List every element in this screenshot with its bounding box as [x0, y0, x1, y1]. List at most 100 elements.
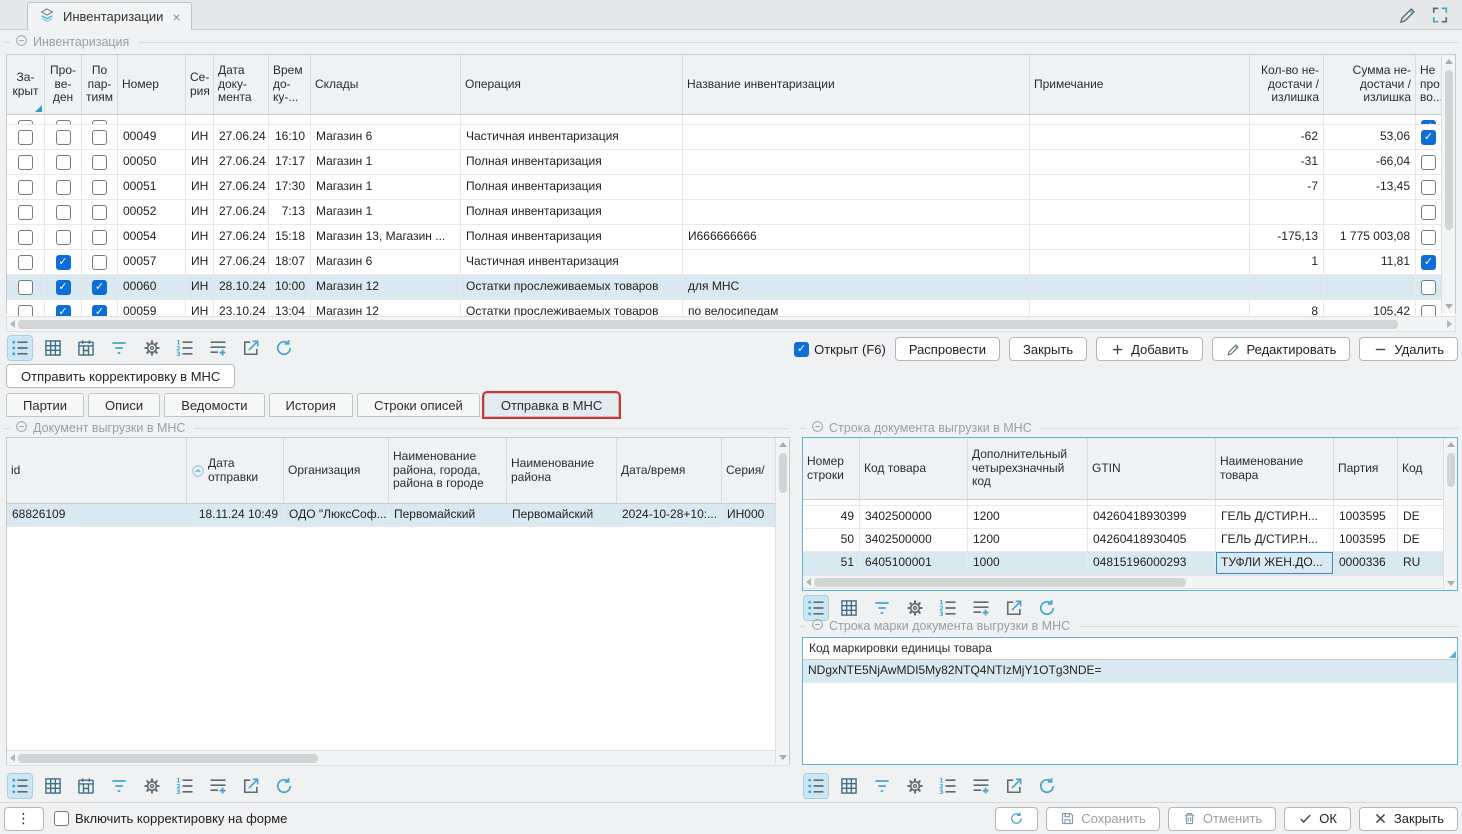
- calendar-icon[interactable]: [74, 774, 98, 798]
- checkbox[interactable]: ✓: [1421, 130, 1436, 145]
- add-row-icon[interactable]: [969, 774, 993, 798]
- checkbox[interactable]: [92, 205, 107, 220]
- refresh-button[interactable]: [995, 807, 1038, 831]
- column-header-operation[interactable]: Операция: [461, 55, 683, 114]
- checkbox[interactable]: ✓: [56, 255, 71, 270]
- checkbox[interactable]: [18, 155, 33, 170]
- table-row[interactable]: 6882610918.11.24 10:49ОДО "ЛюксСоф...Пер…: [7, 504, 789, 527]
- tab-история[interactable]: История: [269, 393, 353, 417]
- settings-gear-icon[interactable]: [903, 596, 927, 620]
- save-button[interactable]: Сохранить: [1046, 807, 1160, 831]
- checkbox[interactable]: [1421, 205, 1436, 220]
- tab-close-icon[interactable]: ×: [172, 9, 180, 25]
- refresh-icon[interactable]: [272, 336, 296, 360]
- column-header-shortage-qty[interactable]: Кол-во не-достачи / излишка: [1250, 55, 1324, 114]
- column-header-product-name[interactable]: Наименование товара: [1216, 438, 1334, 499]
- column-header-district[interactable]: Наименование района: [507, 438, 617, 503]
- list-view-icon[interactable]: [804, 596, 828, 620]
- edit-button[interactable]: Редактировать: [1212, 337, 1351, 361]
- column-header-extra-code[interactable]: Дополнительный четырехзначный код: [968, 438, 1088, 499]
- column-header-not-posted[interactable]: Не про во...: [1416, 55, 1442, 114]
- add-button[interactable]: Добавить: [1096, 337, 1202, 361]
- tab-строки-описей[interactable]: Строки описей: [357, 393, 480, 417]
- column-header-marking-code[interactable]: Код маркировки единицы товара: [803, 638, 1457, 660]
- checkbox[interactable]: [1421, 280, 1436, 295]
- table-row[interactable]: 493402500000120004260418930399ГЕЛЬ Д/СТИ…: [803, 506, 1457, 529]
- table-row[interactable]: 00052ИН27.06.247:13Магазин 1Полная инвен…: [7, 200, 1455, 225]
- checkbox[interactable]: [56, 230, 71, 245]
- column-header-posted[interactable]: Про-ве-ден: [45, 55, 82, 114]
- open-external-icon[interactable]: [1002, 774, 1026, 798]
- checkbox[interactable]: [18, 205, 33, 220]
- column-header-datetime[interactable]: Дата/время: [617, 438, 722, 503]
- grid-view-icon[interactable]: [41, 774, 65, 798]
- cancel-button[interactable]: Отменить: [1168, 807, 1276, 831]
- checkbox[interactable]: [92, 230, 107, 245]
- column-header-series[interactable]: Се-рия: [186, 55, 214, 114]
- checkbox[interactable]: [18, 255, 33, 270]
- column-header-line-number[interactable]: Номер строки: [803, 438, 860, 499]
- column-header-name[interactable]: Название инвентаризации: [683, 55, 1030, 114]
- column-header-shortage-sum[interactable]: Сумма не-достачи / излишка: [1324, 55, 1416, 114]
- checkbox[interactable]: [18, 130, 33, 145]
- collapse-icon[interactable]: [15, 420, 28, 436]
- checkbox[interactable]: [56, 180, 71, 195]
- refresh-icon[interactable]: [1035, 596, 1059, 620]
- column-header-series[interactable]: Серия/: [722, 438, 776, 503]
- open-external-icon[interactable]: [239, 336, 263, 360]
- export-doc-vertical-scrollbar[interactable]: [775, 438, 789, 764]
- column-header-warehouses[interactable]: Склады: [311, 55, 461, 114]
- grid-view-icon[interactable]: [837, 596, 861, 620]
- checkbox[interactable]: ✓: [56, 280, 71, 295]
- table-row[interactable]: 00051ИН27.06.2417:30Магазин 1Полная инве…: [7, 175, 1455, 200]
- tab-партии[interactable]: Партии: [6, 393, 84, 417]
- collapse-icon[interactable]: [811, 420, 824, 436]
- column-header-product-code[interactable]: Код товара: [860, 438, 968, 499]
- table-row[interactable]: 503402500000120004260418930405ГЕЛЬ Д/СТИ…: [803, 529, 1457, 552]
- checkbox[interactable]: [18, 280, 33, 295]
- checkbox[interactable]: [92, 130, 107, 145]
- checkbox[interactable]: ✓: [92, 280, 107, 295]
- checkbox[interactable]: [1421, 230, 1436, 245]
- collapse-icon[interactable]: [15, 34, 28, 50]
- filter-icon[interactable]: [107, 336, 131, 360]
- column-header-number[interactable]: Номер: [118, 55, 186, 114]
- tab-отправка-в-мнс[interactable]: Отправка в МНС: [484, 393, 619, 417]
- edit-pencil-icon[interactable]: [1396, 3, 1420, 27]
- grid-view-icon[interactable]: [41, 336, 65, 360]
- column-header-district-city[interactable]: Наименование района, города, района в го…: [389, 438, 507, 503]
- send-correction-button[interactable]: Отправить корректировку в МНС: [6, 364, 235, 388]
- table-row[interactable]: 00050ИН27.06.2417:17Магазин 1Полная инве…: [7, 150, 1455, 175]
- checkbox[interactable]: [54, 811, 69, 826]
- checkbox[interactable]: [92, 180, 107, 195]
- column-header-by-batches[interactable]: По пар-тиям: [82, 55, 118, 114]
- export-lines-vertical-scrollbar[interactable]: [1443, 438, 1457, 590]
- tab-ведомости[interactable]: Ведомости: [164, 393, 264, 417]
- filter-icon[interactable]: [870, 596, 894, 620]
- tab-описи[interactable]: Описи: [88, 393, 160, 417]
- numbered-list-icon[interactable]: 123: [936, 774, 960, 798]
- column-header-note[interactable]: Примечание: [1030, 55, 1250, 114]
- open-external-icon[interactable]: [239, 774, 263, 798]
- delete-button[interactable]: Удалить: [1359, 337, 1458, 361]
- settings-gear-icon[interactable]: [140, 336, 164, 360]
- menu-button[interactable]: ⋮: [4, 807, 44, 831]
- column-header-country-code[interactable]: Код: [1398, 438, 1444, 499]
- filter-icon[interactable]: [870, 774, 894, 798]
- close-document-button[interactable]: Закрыть: [1009, 337, 1087, 361]
- unpost-button[interactable]: Распровести: [895, 337, 1000, 361]
- add-row-icon[interactable]: [969, 596, 993, 620]
- table-row[interactable]: ✓00057ИН27.06.2418:07Магазин 6Частичная …: [7, 250, 1455, 275]
- column-header-doc-time[interactable]: Врем до-ку-...: [269, 55, 311, 114]
- list-view-icon[interactable]: [8, 336, 32, 360]
- column-header-closed[interactable]: За-крыт: [7, 55, 45, 114]
- checkbox[interactable]: [56, 130, 71, 145]
- numbered-list-icon[interactable]: 123: [173, 336, 197, 360]
- checkbox[interactable]: [56, 155, 71, 170]
- restore-window-icon[interactable]: [1428, 3, 1452, 27]
- table-row[interactable]: ✓: [7, 115, 1455, 125]
- close-button[interactable]: Закрыть: [1359, 807, 1458, 831]
- column-header-doc-date[interactable]: Дата доку-мента: [214, 55, 269, 114]
- checkbox[interactable]: [1421, 155, 1436, 170]
- inventory-horizontal-scrollbar[interactable]: [6, 316, 1456, 332]
